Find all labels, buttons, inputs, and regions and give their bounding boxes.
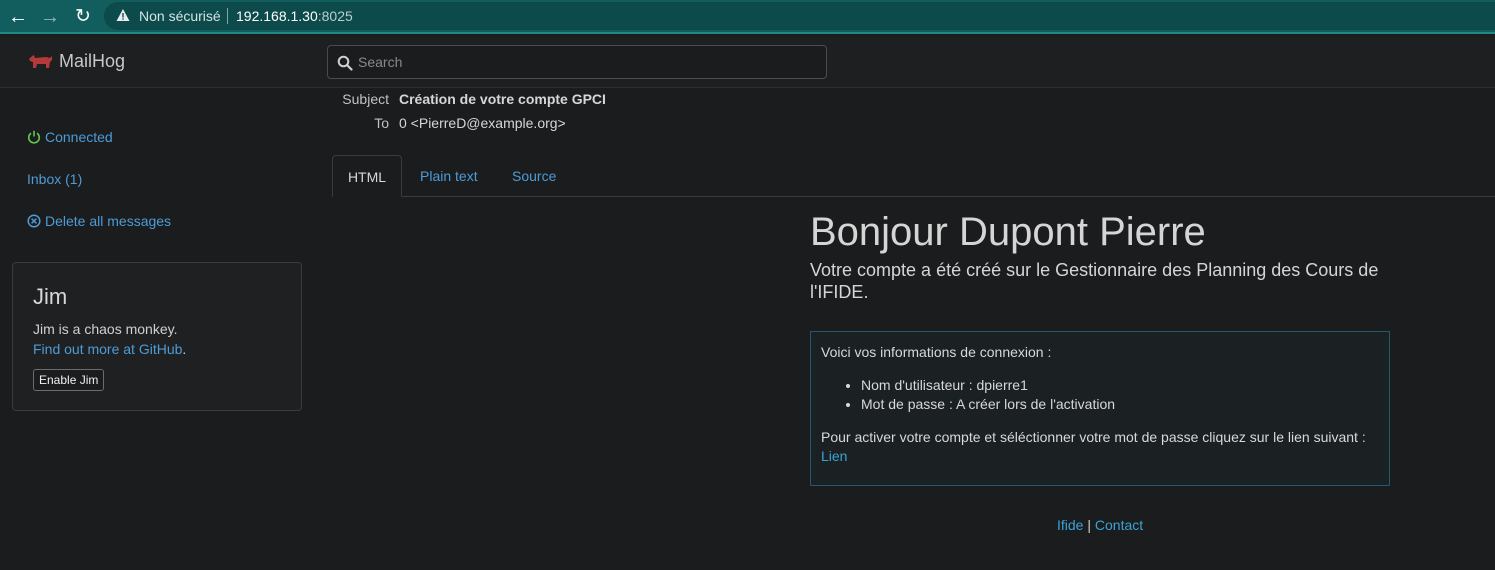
footer-separator: | xyxy=(1083,517,1095,533)
app-navbar: MailHog xyxy=(0,36,1495,88)
address-bar[interactable]: Non sécurisé 192.168.1.30:8025 xyxy=(104,2,1495,30)
enable-jim-button[interactable]: Enable Jim xyxy=(33,369,105,391)
footer-contact-link[interactable]: Contact xyxy=(1095,517,1143,533)
to-value: 0 <PierreD@example.org> xyxy=(399,115,566,131)
jim-title: Jim xyxy=(33,284,68,309)
search-box[interactable] xyxy=(327,45,827,79)
connected-status[interactable]: Connected xyxy=(27,129,113,145)
search-icon xyxy=(337,55,353,71)
email-footer: Ifide | Contact xyxy=(1057,517,1143,533)
tab-source[interactable]: Source xyxy=(512,155,556,197)
tabs-divider xyxy=(332,196,1495,197)
jim-link-period: . xyxy=(182,341,187,357)
forward-arrow-icon[interactable]: → xyxy=(38,5,62,29)
connected-label: Connected xyxy=(45,129,113,145)
warning-triangle-icon xyxy=(116,9,130,21)
back-arrow-icon[interactable]: ← xyxy=(6,5,30,29)
activation-text: Pour activer votre compte et séléctionne… xyxy=(821,429,1366,445)
app-name: MailHog xyxy=(59,51,126,71)
to-label: To xyxy=(374,115,389,131)
url-host: 192.168.1.30 xyxy=(236,8,318,24)
login-info-intro: Voici vos informations de connexion : xyxy=(821,344,1052,360)
jim-description: Jim is a chaos monkey. xyxy=(33,321,178,337)
brand-link[interactable]: MailHog xyxy=(28,51,125,72)
hog-logo-icon xyxy=(29,54,52,68)
tab-html[interactable]: HTML xyxy=(332,155,402,197)
login-info-box: Voici vos informations de connexion : No… xyxy=(810,331,1390,486)
reload-icon[interactable]: ↻ xyxy=(71,5,95,29)
security-status-label[interactable]: Non sécurisé xyxy=(139,8,221,24)
activation-link[interactable]: Lien xyxy=(821,448,847,464)
list-item: Nom d'utilisateur : dpierre1 xyxy=(861,376,1115,395)
delete-all-messages-link[interactable]: Delete all messages xyxy=(27,213,171,229)
subject-value: Création de votre compte GPCI xyxy=(399,91,606,107)
jim-github-link[interactable]: Find out more at GitHub xyxy=(33,341,182,357)
address-separator xyxy=(227,8,228,24)
subject-label: Subject xyxy=(342,91,389,107)
remove-circle-icon xyxy=(27,214,41,228)
url-port: :8025 xyxy=(317,8,353,24)
list-item: Mot de passe : A créer lors de l'activat… xyxy=(861,395,1115,414)
url-text[interactable]: 192.168.1.30:8025 xyxy=(236,8,353,24)
jim-panel: Jim Jim is a chaos monkey. Find out more… xyxy=(12,262,302,411)
sidebar-item-inbox[interactable]: Inbox (1) xyxy=(27,171,82,187)
login-info-list: Nom d'utilisateur : dpierre1 Mot de pass… xyxy=(861,376,1115,414)
email-heading: Bonjour Dupont Pierre xyxy=(810,210,1206,254)
footer-ifide-link[interactable]: Ifide xyxy=(1057,517,1083,533)
inbox-label: Inbox (1) xyxy=(27,171,83,187)
tab-plain-text[interactable]: Plain text xyxy=(420,155,478,197)
email-subheading: Votre compte a été créé sur le Gestionna… xyxy=(810,260,1379,302)
search-input[interactable] xyxy=(358,46,818,78)
jim-github-link-row: Find out more at GitHub. xyxy=(33,341,186,357)
power-icon xyxy=(27,130,41,144)
browser-toolbar: ← → ↻ Non sécurisé 192.168.1.30:8025 xyxy=(0,0,1495,34)
delete-all-label: Delete all messages xyxy=(45,213,172,229)
